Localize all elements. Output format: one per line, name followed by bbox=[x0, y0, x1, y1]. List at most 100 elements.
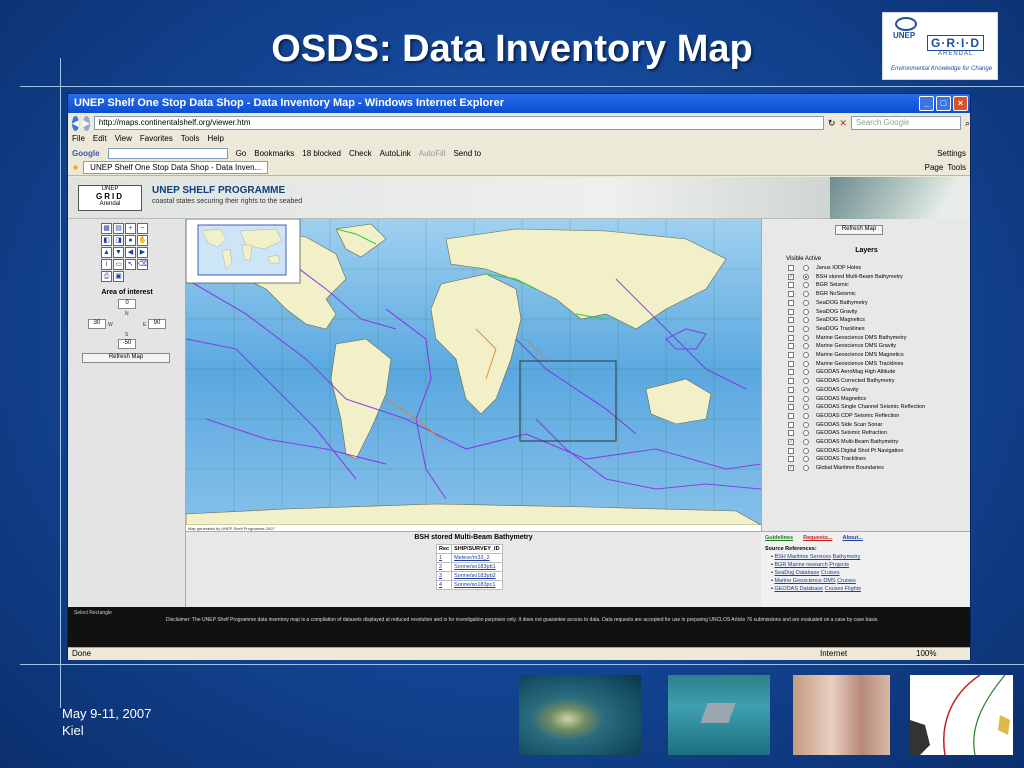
eraser-icon[interactable]: ⌫ bbox=[137, 259, 148, 270]
print-icon[interactable]: ⎙ bbox=[101, 271, 112, 282]
layer-visible-checkbox[interactable] bbox=[788, 395, 794, 402]
save-icon[interactable]: ▣ bbox=[113, 271, 124, 282]
send-to-button[interactable]: Send to bbox=[453, 149, 481, 158]
layer-active-radio[interactable] bbox=[803, 395, 809, 402]
reference-org-link[interactable]: BGR Marine research bbox=[774, 562, 827, 568]
autolink-button[interactable]: AutoLink bbox=[380, 149, 411, 158]
aoi-east-input[interactable]: 90 bbox=[148, 319, 166, 329]
layer-visible-checkbox[interactable] bbox=[788, 291, 794, 298]
layer-active-radio[interactable] bbox=[803, 386, 809, 393]
layer-visible-checkbox[interactable] bbox=[788, 334, 794, 341]
requests-link[interactable]: Requests... bbox=[803, 535, 832, 541]
layer-visible-checkbox[interactable] bbox=[788, 447, 794, 454]
layer-active-radio[interactable] bbox=[803, 412, 809, 419]
layer-visible-checkbox[interactable]: ✓ bbox=[788, 439, 794, 445]
survey-id-link[interactable]: Sonne/so183pb2 bbox=[454, 573, 496, 579]
layer-visible-checkbox[interactable] bbox=[788, 386, 794, 393]
guidelines-link[interactable]: Guidelines bbox=[765, 535, 793, 541]
reference-org-link[interactable]: BSH Maritime Services bbox=[774, 554, 831, 560]
full-extent-icon[interactable]: ▦ bbox=[101, 223, 112, 234]
menu-file[interactable]: File bbox=[72, 134, 85, 145]
rec-link[interactable]: 3 bbox=[439, 573, 442, 579]
favorites-star-icon[interactable]: ★ bbox=[72, 163, 79, 172]
layer-active-radio[interactable] bbox=[803, 456, 809, 463]
layer-active-radio[interactable] bbox=[803, 343, 809, 350]
forward-icon[interactable]: ▶ bbox=[82, 115, 90, 131]
reference-data-link[interactable]: Cruises Flights bbox=[825, 586, 861, 592]
layer-visible-checkbox[interactable]: ✓ bbox=[788, 465, 794, 472]
layers-icon[interactable]: ▤ bbox=[113, 223, 124, 234]
layer-active-radio[interactable] bbox=[803, 352, 809, 358]
layer-active-radio[interactable] bbox=[803, 299, 809, 306]
layer-active-radio[interactable] bbox=[803, 378, 809, 385]
refresh-map-button-right[interactable]: Refresh Map bbox=[835, 225, 883, 235]
layer-visible-checkbox[interactable] bbox=[788, 343, 794, 350]
bookmarks-button[interactable]: Bookmarks bbox=[254, 149, 294, 158]
layer-visible-checkbox[interactable] bbox=[788, 404, 794, 411]
reference-data-link[interactable]: Bathymetry bbox=[833, 554, 861, 560]
pan-right-icon[interactable]: ▶ bbox=[137, 247, 148, 258]
aoi-north-input[interactable]: 0 bbox=[118, 299, 136, 309]
layer-active-radio[interactable] bbox=[803, 369, 809, 376]
check-button[interactable]: Check bbox=[349, 149, 372, 158]
go-button[interactable]: Go bbox=[236, 149, 247, 158]
zoom-next-icon[interactable]: ◨ bbox=[113, 235, 124, 246]
autofill-button[interactable]: AutoFill bbox=[419, 149, 446, 158]
survey-id-link[interactable]: Sonne/so183pb1 bbox=[454, 564, 496, 570]
reference-data-link[interactable]: Projects bbox=[829, 562, 849, 568]
reference-org-link[interactable]: SeaDog Database bbox=[774, 570, 819, 576]
rec-link[interactable]: 4 bbox=[439, 582, 442, 588]
world-map[interactable] bbox=[186, 219, 761, 525]
search-icon[interactable]: ⌕ bbox=[965, 118, 970, 129]
zoom-out-icon[interactable]: − bbox=[137, 223, 148, 234]
zoom-in-icon[interactable]: + bbox=[125, 223, 136, 234]
menu-view[interactable]: View bbox=[115, 134, 132, 145]
layer-active-radio[interactable] bbox=[803, 291, 809, 298]
url-input[interactable]: http://maps.continentalshelf.org/viewer.… bbox=[93, 116, 824, 130]
refresh-map-button-left[interactable]: Refresh Map bbox=[82, 353, 170, 363]
layer-active-radio[interactable] bbox=[803, 465, 809, 472]
menu-help[interactable]: Help bbox=[207, 134, 223, 145]
layer-visible-checkbox[interactable] bbox=[788, 369, 794, 376]
layer-visible-checkbox[interactable]: ✓ bbox=[788, 273, 794, 280]
search-input[interactable]: Search Google bbox=[850, 116, 961, 130]
layer-active-radio[interactable] bbox=[803, 360, 809, 367]
tools-menu[interactable]: Tools bbox=[947, 163, 966, 172]
layer-visible-checkbox[interactable] bbox=[788, 352, 794, 358]
layer-active-radio[interactable] bbox=[803, 439, 809, 445]
about-link[interactable]: About... bbox=[842, 535, 862, 541]
page-menu[interactable]: Page bbox=[925, 163, 944, 172]
layer-visible-checkbox[interactable] bbox=[788, 360, 794, 367]
select-arrow-icon[interactable]: ↖ bbox=[125, 259, 136, 270]
select-rect-icon[interactable]: ▭ bbox=[113, 259, 124, 270]
reference-data-link[interactable]: Cruises bbox=[837, 578, 856, 584]
layer-active-radio[interactable] bbox=[803, 325, 809, 332]
popup-blocked-button[interactable]: 18 blocked bbox=[302, 149, 341, 158]
back-icon[interactable]: ◀ bbox=[72, 115, 79, 131]
reference-data-link[interactable]: Cruises bbox=[821, 570, 840, 576]
minimize-button[interactable]: _ bbox=[919, 96, 934, 111]
layer-visible-checkbox[interactable] bbox=[788, 456, 794, 463]
pan-left-icon[interactable]: ◀ bbox=[125, 247, 136, 258]
layer-active-radio[interactable] bbox=[803, 308, 809, 315]
layer-active-radio[interactable] bbox=[803, 334, 809, 341]
layer-visible-checkbox[interactable] bbox=[788, 265, 794, 271]
layer-visible-checkbox[interactable] bbox=[788, 308, 794, 315]
layer-active-radio[interactable] bbox=[803, 282, 809, 289]
rec-link[interactable]: 2 bbox=[439, 564, 442, 570]
google-search-input[interactable] bbox=[107, 147, 228, 159]
reference-org-link[interactable]: GEODAS Database bbox=[774, 586, 823, 592]
layer-visible-checkbox[interactable] bbox=[788, 378, 794, 385]
layer-active-radio[interactable] bbox=[803, 430, 809, 437]
layer-active-radio[interactable] bbox=[803, 273, 809, 280]
pan-up-icon[interactable]: ▲ bbox=[101, 247, 112, 258]
layer-visible-checkbox[interactable] bbox=[788, 430, 794, 437]
layer-active-radio[interactable] bbox=[803, 421, 809, 428]
zoom-level[interactable]: 100% bbox=[916, 649, 936, 658]
close-button[interactable]: × bbox=[953, 96, 968, 111]
world-map-svg[interactable] bbox=[186, 219, 761, 525]
menu-edit[interactable]: Edit bbox=[93, 134, 107, 145]
reference-org-link[interactable]: Marine Geoscience DMS bbox=[774, 578, 835, 584]
layer-visible-checkbox[interactable] bbox=[788, 299, 794, 306]
settings-button[interactable]: Settings bbox=[937, 149, 966, 158]
